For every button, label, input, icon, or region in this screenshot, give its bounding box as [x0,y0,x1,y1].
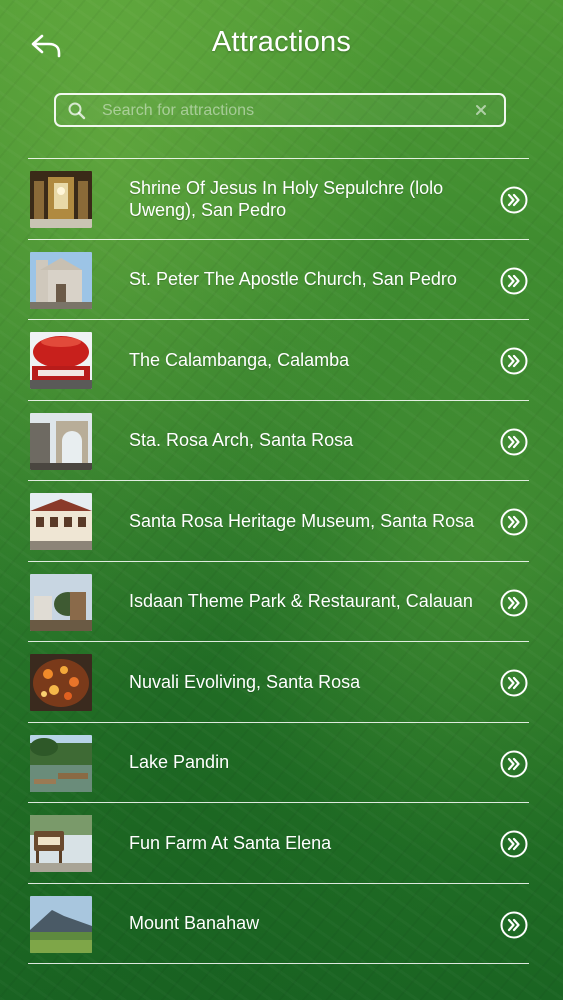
open-attraction-button[interactable] [500,186,528,214]
attraction-label: Santa Rosa Heritage Museum, Santa Rosa [129,510,475,531]
open-attraction-button[interactable] [500,267,528,295]
clear-icon [476,105,486,115]
chevron-right-circle-icon [500,508,528,536]
chevron-right-circle-icon [500,267,528,294]
attraction-label: St. Peter The Apostle Church, San Pedro [129,269,457,290]
chevron-right-circle-icon [500,669,528,697]
chevron-right-circle-icon [500,830,528,858]
list-item[interactable]: Isdaan Theme Park & Restaurant, Calauan [28,562,529,642]
open-attraction-button[interactable] [500,428,528,456]
attraction-label: Sta. Rosa Arch, Santa Rosa [129,430,354,451]
search-input[interactable] [100,97,474,125]
attraction-label: Nuvali Evoliving, Santa Rosa [129,671,361,692]
open-attraction-button[interactable] [500,830,528,858]
list-item[interactable]: Santa Rosa Heritage Museum, Santa Rosa [28,481,529,562]
search-bar [54,93,506,127]
farm-photo [30,815,92,872]
chevron-right-circle-icon [500,589,528,616]
list-item[interactable]: Lake Pandin [28,723,529,803]
shrine-photo [30,171,92,228]
chevron-right-circle-icon [500,428,528,455]
list-item[interactable]: Fun Farm At Santa Elena [28,803,529,884]
search-icon [68,102,86,120]
list-item[interactable]: Nuvali Evoliving, Santa Rosa [28,642,529,723]
list-item[interactable]: Shrine Of Jesus In Holy Sepulchre (lolo … [28,159,529,240]
theme-park-photo [30,573,92,631]
open-attraction-button[interactable] [500,589,528,617]
attraction-label: Lake Pandin [129,752,230,773]
attractions-list: Shrine Of Jesus In Holy Sepulchre (lolo … [28,158,529,964]
church-photo [30,251,92,309]
calambanga-photo [30,332,92,389]
attraction-label: Mount Banahaw [129,913,260,934]
page-title: Attractions [211,26,352,58]
arch-photo [30,412,92,470]
open-attraction-button[interactable] [500,750,528,778]
attraction-label: Fun Farm At Santa Elena [129,832,332,853]
museum-photo [30,493,92,550]
list-item[interactable]: The Calambanga, Calamba [28,320,529,401]
chevron-right-circle-icon [500,750,528,777]
list-item[interactable]: Mount Banahaw [28,884,529,964]
chevron-right-circle-icon [500,347,528,375]
clear-search-button[interactable] [472,101,490,119]
attraction-label: Isdaan Theme Park & Restaurant, Calauan [129,591,473,612]
chevron-right-circle-icon [500,186,528,214]
open-attraction-button[interactable] [500,911,528,939]
list-item[interactable]: St. Peter The Apostle Church, San Pedro [28,240,529,320]
chevron-right-circle-icon [500,911,528,938]
open-attraction-button[interactable] [500,347,528,375]
mountain-photo [30,895,92,953]
attraction-label: Shrine Of Jesus In Holy Sepulchre (lolo … [129,177,444,220]
header: Attractions [0,0,563,90]
open-attraction-button[interactable] [500,669,528,697]
list-item[interactable]: Sta. Rosa Arch, Santa Rosa [28,401,529,481]
open-attraction-button[interactable] [500,508,528,536]
koi-pond-photo [30,654,92,711]
lake-photo [30,734,92,792]
attraction-label: The Calambanga, Calamba [129,349,350,370]
